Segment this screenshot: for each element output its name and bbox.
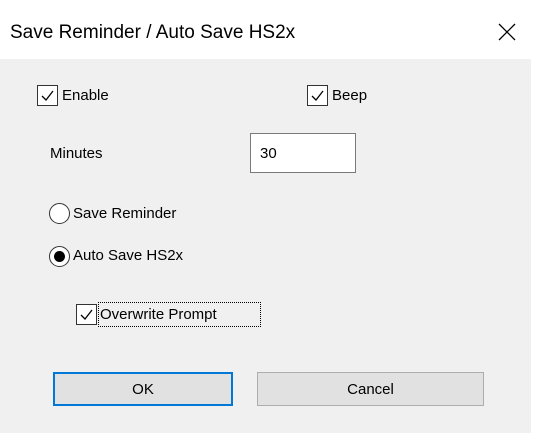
save-reminder-radio[interactable] (49, 203, 70, 224)
auto-save-radio[interactable] (49, 246, 70, 267)
close-icon (498, 23, 516, 41)
minutes-input[interactable] (250, 133, 356, 173)
minutes-label: Minutes (50, 145, 103, 162)
enable-checkbox[interactable] (37, 85, 58, 106)
save-reminder-label[interactable]: Save Reminder (73, 204, 176, 224)
dialog-title: Save Reminder / Auto Save HS2x (10, 22, 296, 43)
overwrite-prompt-label[interactable]: Overwrite Prompt (100, 305, 217, 325)
beep-checkbox[interactable] (307, 85, 328, 106)
cancel-button[interactable]: Cancel (257, 372, 484, 406)
close-button[interactable] (482, 10, 532, 54)
checkmark-icon (41, 90, 54, 101)
overwrite-prompt-checkbox[interactable] (76, 304, 97, 325)
title-bar[interactable]: Save Reminder / Auto Save HS2x (0, 0, 533, 59)
auto-save-label[interactable]: Auto Save HS2x (73, 246, 183, 266)
checkmark-icon (311, 90, 324, 101)
radio-selected-dot (54, 251, 65, 262)
save-reminder-dialog: Save Reminder / Auto Save HS2x Enable Be… (0, 0, 533, 433)
ok-button[interactable]: OK (53, 372, 233, 406)
beep-label[interactable]: Beep (332, 86, 367, 106)
enable-label[interactable]: Enable (62, 86, 109, 106)
checkmark-icon (80, 309, 93, 320)
